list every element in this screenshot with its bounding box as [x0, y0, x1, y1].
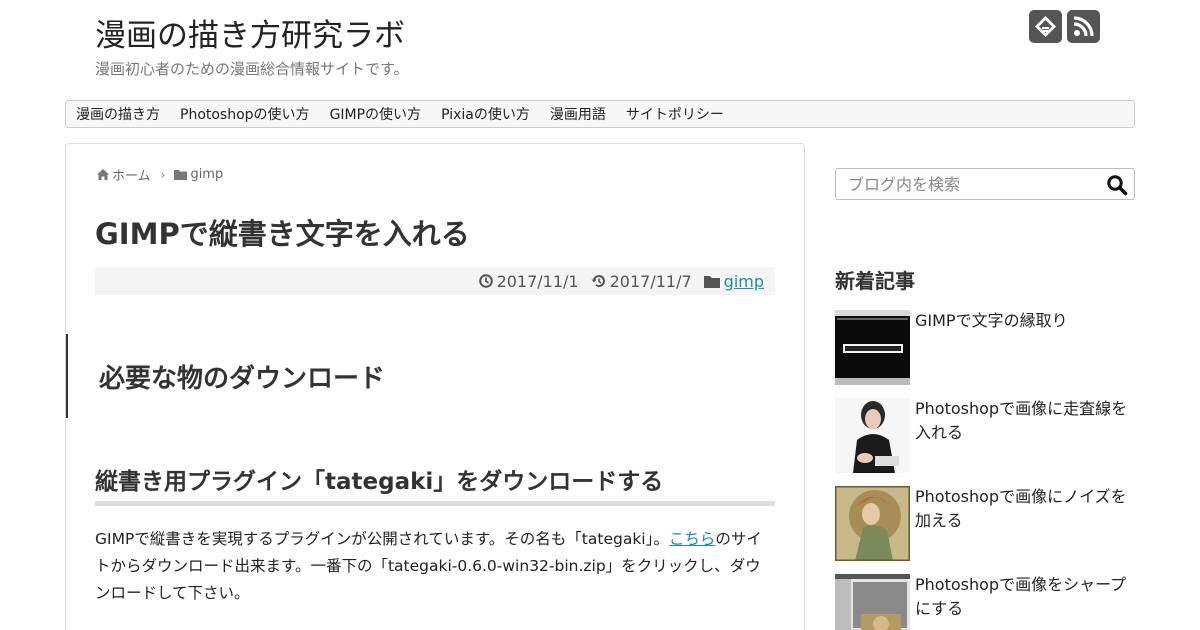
- updated-date: 2017/11/7: [591, 272, 692, 291]
- home-icon: [97, 169, 109, 180]
- recent-post-item[interactable]: GIMPで文字の縁取り: [835, 310, 1135, 386]
- recent-post-thumbnail[interactable]: [835, 398, 910, 473]
- category-link[interactable]: gimp: [724, 272, 764, 291]
- recent-post-item[interactable]: Photoshopで画像をシャープにする: [835, 574, 1135, 630]
- recent-post-thumbnail[interactable]: [835, 486, 910, 561]
- search-icon: [1107, 175, 1128, 196]
- recent-post-title[interactable]: Photoshopで画像をシャープにする: [915, 573, 1135, 621]
- breadcrumb-category[interactable]: gimp: [190, 167, 223, 182]
- rss-icon: [1073, 16, 1094, 37]
- post-category: gimp: [703, 272, 764, 291]
- nav-item-gimp[interactable]: GIMPの使い方: [330, 104, 422, 124]
- article-paragraph: GIMPで縦書きを実現するプラグインが公開されています。その名も「tategak…: [95, 526, 775, 607]
- recent-post-item[interactable]: Photoshopで画像に走査線を入れる: [835, 398, 1135, 474]
- nav-item-pixia[interactable]: Pixiaの使い方: [441, 104, 530, 124]
- recent-post-item[interactable]: Photoshopで画像にノイズを加える: [835, 486, 1135, 562]
- recent-post-title[interactable]: GIMPで文字の縁取り: [915, 309, 1135, 333]
- published-date-text: 2017/11/1: [496, 271, 579, 291]
- feedly-button[interactable]: [1029, 10, 1062, 43]
- site-description: 漫画初心者のための漫画総合情報サイトです。: [95, 60, 409, 78]
- search-button[interactable]: [1106, 174, 1128, 196]
- main-nav: 漫画の描き方 Photoshopの使い方 GIMPの使い方 Pixiaの使い方 …: [65, 100, 1135, 128]
- site-title[interactable]: 漫画の描き方研究ラボ: [95, 10, 405, 55]
- article-container: ホーム › gimp GIMPで縦書き文字を入れる 2017/11/1 2017…: [65, 143, 805, 630]
- rss-button[interactable]: [1067, 10, 1100, 43]
- history-icon: [591, 275, 605, 287]
- recent-post-thumbnail[interactable]: [835, 574, 910, 630]
- breadcrumb-chevron-icon: ›: [160, 167, 166, 182]
- post-title: GIMPで縦書き文字を入れる: [95, 217, 470, 251]
- recent-post-title[interactable]: Photoshopで画像に走査線を入れる: [915, 397, 1135, 445]
- recent-post-title[interactable]: Photoshopで画像にノイズを加える: [915, 485, 1135, 533]
- clock-icon: [478, 274, 493, 288]
- published-date: 2017/11/1: [478, 271, 579, 291]
- subsection-heading: 縦書き用プラグイン「tategaki」をダウンロードする: [95, 460, 775, 506]
- search-input[interactable]: [836, 169, 1101, 199]
- paragraph-text-before: GIMPで縦書きを実現するプラグインが公開されています。その名も「tategak…: [95, 530, 669, 548]
- updated-date-text: 2017/11/7: [609, 271, 692, 291]
- breadcrumb: ホーム › gimp: [97, 165, 223, 184]
- nav-item-manga-drawing[interactable]: 漫画の描き方: [76, 104, 160, 124]
- folder-icon: [703, 275, 720, 288]
- section-heading: 必要な物のダウンロード: [66, 334, 426, 418]
- download-site-link[interactable]: こちら: [669, 530, 716, 548]
- search-box: [835, 168, 1135, 200]
- nav-item-photoshop[interactable]: Photoshopの使い方: [180, 104, 310, 124]
- post-meta: 2017/11/1 2017/11/7 gimp: [95, 267, 775, 295]
- breadcrumb-home[interactable]: ホーム: [112, 165, 151, 184]
- recent-post-thumbnail[interactable]: [835, 310, 910, 385]
- feedly-icon: [1035, 16, 1056, 37]
- folder-icon: [174, 170, 188, 180]
- recent-posts-heading: 新着記事: [835, 269, 915, 293]
- nav-item-manga-terms[interactable]: 漫画用語: [550, 104, 606, 124]
- nav-item-site-policy[interactable]: サイトポリシー: [626, 104, 724, 124]
